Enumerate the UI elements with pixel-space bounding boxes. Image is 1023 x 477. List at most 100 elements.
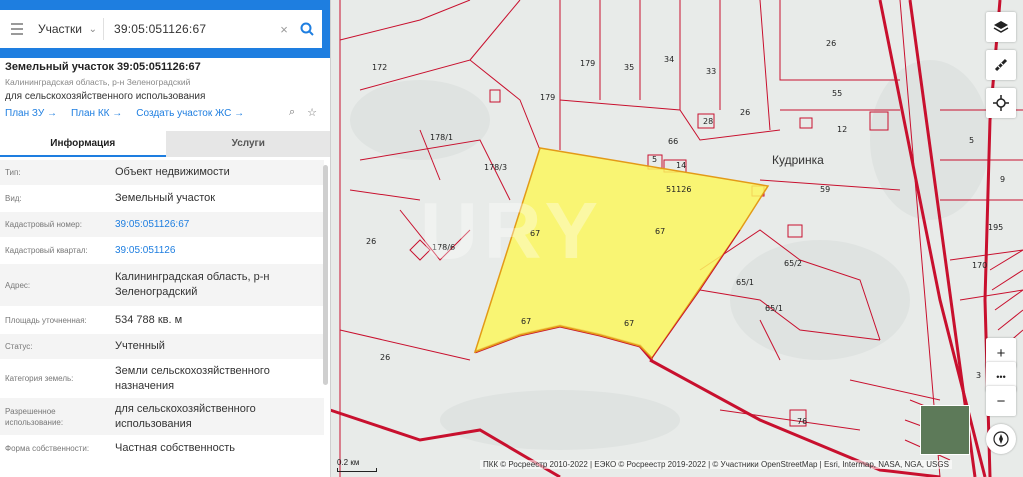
info-key: Вид:	[5, 194, 22, 203]
info-value: Земельный участок	[115, 192, 216, 204]
parcel-number-label: 179	[580, 59, 595, 68]
search-box: Участки ⌄ 39:05:051126:67 ×	[0, 10, 322, 48]
info-table: Тип: Объект недвижимости Вид: Земельный …	[0, 160, 324, 462]
info-row-status: Статус: Учтенный	[0, 334, 324, 360]
parcel-region: Калининградская область, р-н Зеленоградс…	[5, 77, 191, 87]
place-label: Кудринка	[772, 153, 824, 167]
info-row-area: Площадь уточненная: 534 788 кв. м	[0, 307, 324, 334]
parcel-number-label: 12	[837, 125, 847, 134]
parcel-number-label: 33	[706, 67, 716, 76]
parcel-number-label: 67	[624, 319, 634, 328]
info-key: Тип:	[5, 168, 21, 177]
info-row-ownership: Форма собственности: Частная собственнос…	[0, 436, 324, 462]
parcel-number-label: 195	[988, 223, 1003, 232]
parcel-number-label: 26	[380, 353, 390, 362]
cadastral-quarter-link[interactable]: 39:05:051126	[110, 243, 324, 258]
panel-scrollbar[interactable]	[323, 165, 328, 385]
parcel-number-label: 59	[820, 185, 830, 194]
menu-icon[interactable]	[0, 23, 28, 35]
info-value: 534 788 кв. м	[115, 313, 183, 326]
parcel-number-label: 26	[826, 39, 836, 48]
map-attribution: ПКК © Росреестр 2010-2022 | ЕЭКО © Росре…	[480, 460, 952, 469]
favorite-star-icon[interactable]: ☆	[307, 106, 317, 119]
layers-icon	[993, 21, 1009, 33]
info-row-land-category: Категория земель: Земли сельскохозяйстве…	[0, 360, 324, 398]
parcel-card-header: Земельный участок 39:05:051126:67 Калини…	[0, 58, 330, 130]
compass-button[interactable]	[986, 424, 1016, 454]
parcel-number-label: 34	[664, 55, 674, 64]
ruler-icon	[994, 58, 1008, 72]
parcel-number-label: 178/1	[430, 133, 453, 142]
parcel-number-label: 67	[655, 227, 665, 236]
parcel-number-label: 26	[366, 237, 376, 246]
parcel-number-label: 178/3	[484, 163, 507, 172]
search-bar: Участки ⌄ 39:05:051126:67 ×	[0, 0, 330, 58]
scale-bar	[337, 468, 377, 472]
watermark: URY	[420, 186, 604, 275]
info-value: Калининградская область, р-н Зеленоградс…	[115, 271, 270, 298]
parcel-number-label: 26	[740, 108, 750, 117]
info-panel: Участки ⌄ 39:05:051126:67 × Земельный уч…	[0, 0, 331, 477]
search-input[interactable]: 39:05:051126:67	[104, 22, 276, 36]
layers-button[interactable]	[986, 12, 1016, 42]
search-button[interactable]	[292, 10, 322, 48]
panel-tabs: Информация Услуги	[0, 131, 330, 157]
scale-label: 0.2 км	[337, 458, 360, 467]
parcel-number-label: 65/1	[765, 304, 783, 313]
layer-select-label: Участки	[38, 22, 82, 36]
parcel-number-label: 28	[703, 117, 713, 126]
tab-info[interactable]: Информация	[0, 131, 166, 157]
parcel-number-label: 5	[652, 155, 657, 164]
parcel-number-label: 67	[521, 317, 531, 326]
info-value: Учтенный	[115, 340, 165, 352]
info-key: Адрес:	[5, 280, 31, 290]
info-value: Частная собственность	[115, 442, 236, 454]
info-value: для сельскохозяйственного использования	[115, 402, 256, 430]
info-row-cadastral-number: Кадастровый номер: 39:05:051126:67	[0, 212, 324, 238]
parcel-number-label: 76	[797, 417, 807, 426]
minimap[interactable]	[920, 405, 970, 455]
crosshair-icon	[993, 95, 1009, 111]
locate-parcel-icon[interactable]: ⌕	[289, 106, 295, 119]
compass-icon	[993, 431, 1009, 447]
chevron-down-icon: ⌄	[88, 23, 97, 35]
info-row-type: Тип: Объект недвижимости	[0, 160, 324, 186]
quarter-label: 51126	[666, 185, 691, 194]
locate-button[interactable]	[986, 88, 1016, 118]
parcel-number-label: 9	[1000, 175, 1005, 184]
info-row-permitted-use: Разрешенное использование: для сельскохо…	[0, 398, 324, 436]
create-parcel-link[interactable]: Создать участок ЖС →	[136, 108, 244, 119]
map-scale: 0.2 км	[337, 458, 377, 472]
cadastral-number-link[interactable]: 39:05:051126:67	[110, 217, 324, 232]
info-value: Объект недвижимости	[115, 166, 230, 178]
parcel-number-label: 179	[540, 93, 555, 102]
parcel-number-label: 65/1	[736, 278, 754, 287]
parcel-number-label: 55	[832, 89, 842, 98]
info-key: Разрешенное использование:	[5, 406, 64, 427]
tab-services[interactable]: Услуги	[165, 131, 330, 157]
parcel-number-label: 5	[969, 136, 974, 145]
parcel-number-label: 170	[972, 261, 987, 270]
parcel-title: Земельный участок 39:05:051126:67	[5, 61, 201, 73]
ruler-button[interactable]	[986, 50, 1016, 80]
parcel-number-label: 66	[668, 137, 678, 146]
info-row-cadastral-quarter: Кадастровый квартал: 39:05:051126	[0, 238, 324, 264]
parcel-purpose: для сельскохозяйственного использования	[5, 91, 206, 102]
info-row-address: Адрес: Калининградская область, р-н Зеле…	[0, 264, 324, 307]
plan-kk-link[interactable]: План КК →	[71, 108, 122, 119]
layer-select[interactable]: Участки ⌄	[28, 18, 104, 40]
info-key: Статус:	[5, 342, 33, 351]
parcel-number-label: 35	[624, 63, 634, 72]
zoom-out-button[interactable]: −	[986, 386, 1016, 416]
clear-icon[interactable]: ×	[276, 22, 292, 37]
search-icon	[300, 22, 314, 36]
info-key: Площадь уточненная:	[5, 315, 87, 325]
card-links: План ЗУ → План КК → Создать участок ЖС →	[5, 108, 326, 119]
info-row-kind: Вид: Земельный участок	[0, 186, 324, 212]
info-key: Категория земель:	[5, 374, 74, 383]
info-value: Земли сельскохозяйственного назначения	[115, 364, 270, 392]
info-key: Кадастровый квартал:	[5, 246, 88, 255]
info-key: Кадастровый номер:	[5, 220, 82, 229]
plan-zu-link[interactable]: План ЗУ →	[5, 108, 57, 119]
card-tools: ⌕ ☆	[289, 106, 317, 119]
